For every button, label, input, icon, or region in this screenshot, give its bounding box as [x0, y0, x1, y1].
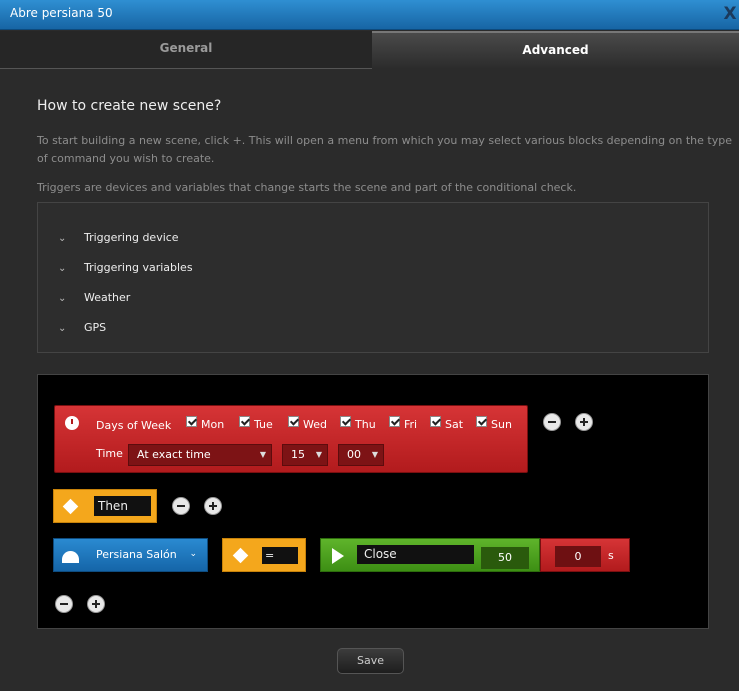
operator-block[interactable]: =: [222, 538, 306, 572]
window-titlebar: Abre persiana 50 X: [0, 0, 739, 30]
tab-general[interactable]: General: [0, 31, 372, 69]
dropdown-arrow-icon: ▼: [315, 450, 322, 459]
then-label: Then: [94, 496, 151, 516]
scene-builder: Days of Week Mon Tue Wed Thu Fri Sat Sun…: [37, 374, 709, 629]
window-title: Abre persiana 50: [10, 6, 113, 20]
action-block[interactable]: Close 50: [320, 538, 540, 572]
day-checkbox-tue[interactable]: Tue: [239, 416, 273, 431]
day-checkbox-sat[interactable]: Sat: [430, 416, 463, 431]
plus-circle-icon[interactable]: [204, 497, 222, 515]
day-checkbox-fri[interactable]: Fri: [389, 416, 417, 431]
diamond-icon: [232, 547, 249, 564]
help-paragraph-2: Triggers are devices and variables that …: [37, 181, 577, 194]
checkbox-checked-icon[interactable]: [430, 416, 441, 427]
checkbox-checked-icon[interactable]: [340, 416, 351, 427]
trigger-item-weather[interactable]: ⌄ Weather: [58, 291, 130, 305]
plus-circle-icon[interactable]: [575, 413, 593, 431]
checkbox-checked-icon[interactable]: [186, 416, 197, 427]
clock-icon: [65, 416, 79, 430]
triggers-panel: ⌄ Triggering device ⌄ Triggering variables…: [37, 202, 709, 353]
day-checkbox-wed[interactable]: Wed: [288, 416, 327, 431]
minus-circle-icon[interactable]: [55, 595, 73, 613]
checkbox-checked-icon[interactable]: [288, 416, 299, 427]
blind-device-icon: [62, 551, 79, 563]
operator-value[interactable]: =: [262, 547, 298, 564]
dropdown-arrow-icon: ▼: [371, 450, 378, 459]
minus-circle-icon[interactable]: [543, 413, 561, 431]
dropdown-arrow-icon: ▼: [259, 450, 266, 459]
time-mode-select[interactable]: At exact time ▼: [128, 444, 272, 466]
day-checkbox-thu[interactable]: Thu: [340, 416, 376, 431]
device-name: Persiana Salón: [96, 548, 177, 561]
then-block[interactable]: Then: [53, 489, 157, 523]
minute-select[interactable]: 00 ▼: [338, 444, 384, 466]
help-heading: How to create new scene?: [37, 98, 222, 114]
diamond-icon: [62, 498, 79, 515]
checkbox-checked-icon[interactable]: [239, 416, 250, 427]
play-icon: [332, 548, 344, 564]
chevron-down-icon: ⌄: [58, 233, 67, 244]
day-checkbox-sun[interactable]: Sun: [476, 416, 512, 431]
chevron-down-icon: ⌄: [58, 263, 67, 274]
time-condition-block[interactable]: Days of Week Mon Tue Wed Thu Fri Sat Sun…: [54, 405, 528, 473]
time-label: Time: [96, 447, 123, 460]
close-icon[interactable]: X: [723, 4, 737, 24]
plus-circle-icon[interactable]: [87, 595, 105, 613]
trigger-item-variables[interactable]: ⌄ Triggering variables: [58, 261, 193, 275]
delay-value-field[interactable]: 0: [555, 546, 601, 567]
command-field[interactable]: Close: [357, 545, 474, 564]
days-of-week-label: Days of Week: [96, 419, 172, 432]
save-button[interactable]: Save: [337, 648, 404, 674]
help-paragraph-1: To start building a new scene, click +. …: [37, 134, 732, 165]
minus-circle-icon[interactable]: [172, 497, 190, 515]
day-checkbox-mon[interactable]: Mon: [186, 416, 224, 431]
delay-unit: s: [608, 549, 614, 562]
device-select[interactable]: Persiana Salón ⌄: [53, 538, 208, 572]
checkbox-checked-icon[interactable]: [476, 416, 487, 427]
trigger-item-gps[interactable]: ⌄ GPS: [58, 321, 106, 335]
delay-block[interactable]: 0 s: [540, 538, 630, 572]
chevron-down-icon: ⌄: [58, 293, 67, 304]
trigger-item-device[interactable]: ⌄ Triggering device: [58, 231, 179, 245]
chevron-down-icon: ⌄: [189, 549, 197, 559]
tab-advanced[interactable]: Advanced: [372, 31, 739, 69]
position-value-field[interactable]: 50: [481, 547, 529, 569]
checkbox-checked-icon[interactable]: [389, 416, 400, 427]
chevron-down-icon: ⌄: [58, 323, 67, 334]
tab-bar: General Advanced: [0, 31, 739, 69]
hour-select[interactable]: 15 ▼: [282, 444, 328, 466]
